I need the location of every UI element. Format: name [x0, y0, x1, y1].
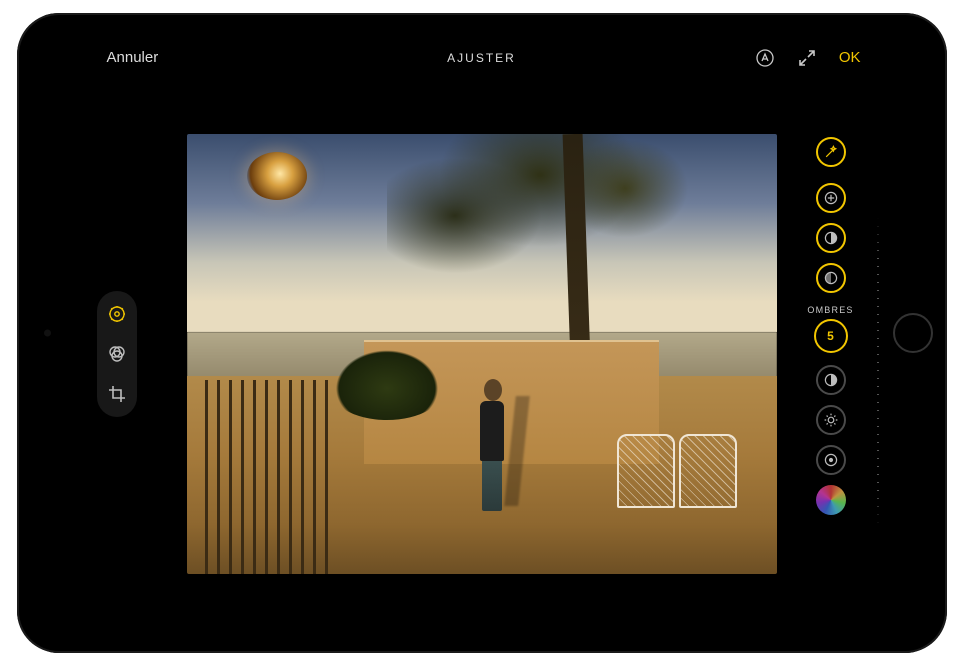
- exposure-dial[interactable]: [816, 183, 846, 213]
- markup-icon[interactable]: [755, 48, 775, 68]
- photo-preview[interactable]: [187, 134, 777, 574]
- ipad-device-frame: Annuler AJUSTER OK: [17, 13, 947, 653]
- adjustment-panel: OMBRES 5: [791, 137, 871, 609]
- home-button[interactable]: [893, 313, 933, 353]
- front-camera: [44, 329, 51, 336]
- done-button[interactable]: OK: [839, 49, 861, 66]
- saturation-dial[interactable]: [816, 485, 846, 515]
- crop-tab[interactable]: [106, 383, 128, 405]
- slider-ticks: [877, 218, 879, 528]
- selected-adjustment-label: OMBRES: [807, 305, 853, 315]
- fullscreen-icon[interactable]: [797, 48, 817, 68]
- auto-enhance-button[interactable]: [816, 137, 846, 167]
- screen: Annuler AJUSTER OK: [85, 37, 879, 629]
- edit-mode-tabs: [97, 291, 137, 417]
- toolbar-right-group: OK: [755, 48, 861, 68]
- filters-tab[interactable]: [106, 343, 128, 365]
- brightness-dial[interactable]: [816, 405, 846, 435]
- edit-toolbar: Annuler AJUSTER OK: [85, 37, 879, 79]
- edit-canvas-area: OMBRES 5: [85, 79, 879, 629]
- brilliance-dial[interactable]: [816, 223, 846, 253]
- blackpoint-dial[interactable]: [816, 445, 846, 475]
- highlights-dial[interactable]: [816, 263, 846, 293]
- edit-mode-title: AJUSTER: [447, 51, 516, 65]
- cancel-button[interactable]: Annuler: [107, 49, 159, 66]
- value-slider[interactable]: [877, 218, 879, 528]
- shadows-dial[interactable]: 5: [814, 319, 848, 353]
- adjust-tab[interactable]: [106, 303, 128, 325]
- contrast-dial[interactable]: [816, 365, 846, 395]
